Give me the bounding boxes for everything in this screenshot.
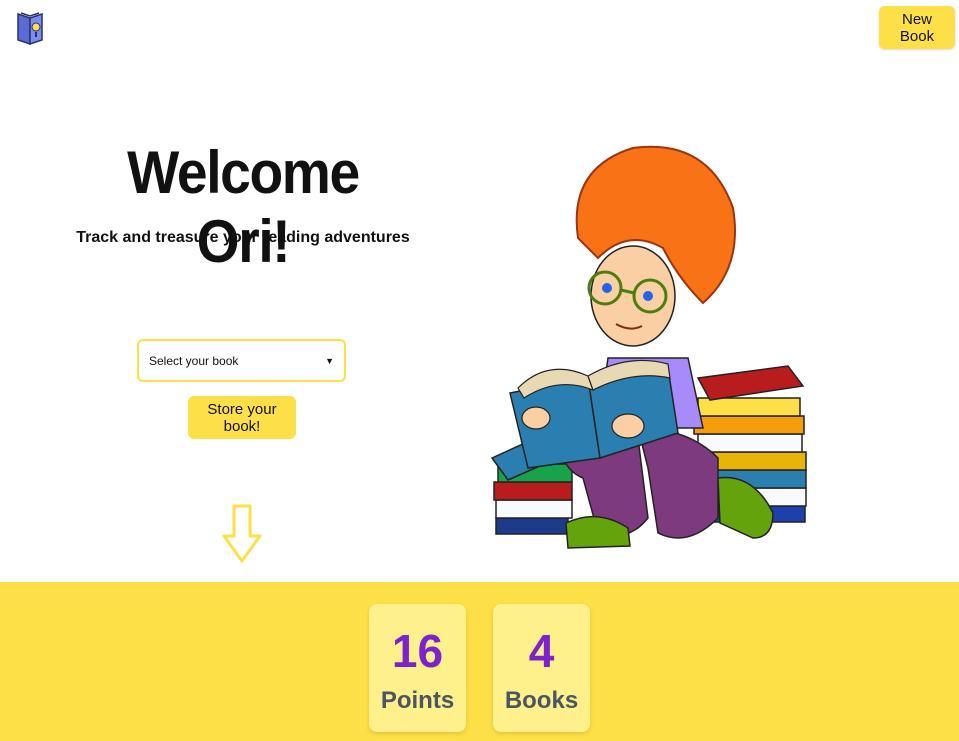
child-reading-illustration	[488, 128, 818, 558]
new-book-button[interactable]: New Book	[879, 6, 955, 49]
book-select-value: Select your book	[149, 353, 239, 368]
down-arrow-icon	[221, 504, 263, 564]
points-label: Points	[380, 687, 455, 714]
points-card: 16 Points	[369, 604, 466, 732]
book-logo-icon[interactable]	[15, 10, 45, 46]
caret-down-icon: ▼	[325, 355, 334, 366]
store-book-button[interactable]: Store your book!	[188, 396, 296, 439]
book-select[interactable]: Select your book ▼	[137, 339, 346, 382]
books-label: Books	[504, 687, 579, 714]
stats-band: 16 Points 4 Books	[0, 582, 959, 741]
page-title: Welcome Ori!	[127, 139, 360, 275]
page-subtitle: Track and treasure your reading adventur…	[76, 229, 410, 246]
points-value: 16	[391, 625, 444, 677]
books-card: 4 Books	[493, 604, 590, 732]
books-value: 4	[528, 625, 555, 677]
